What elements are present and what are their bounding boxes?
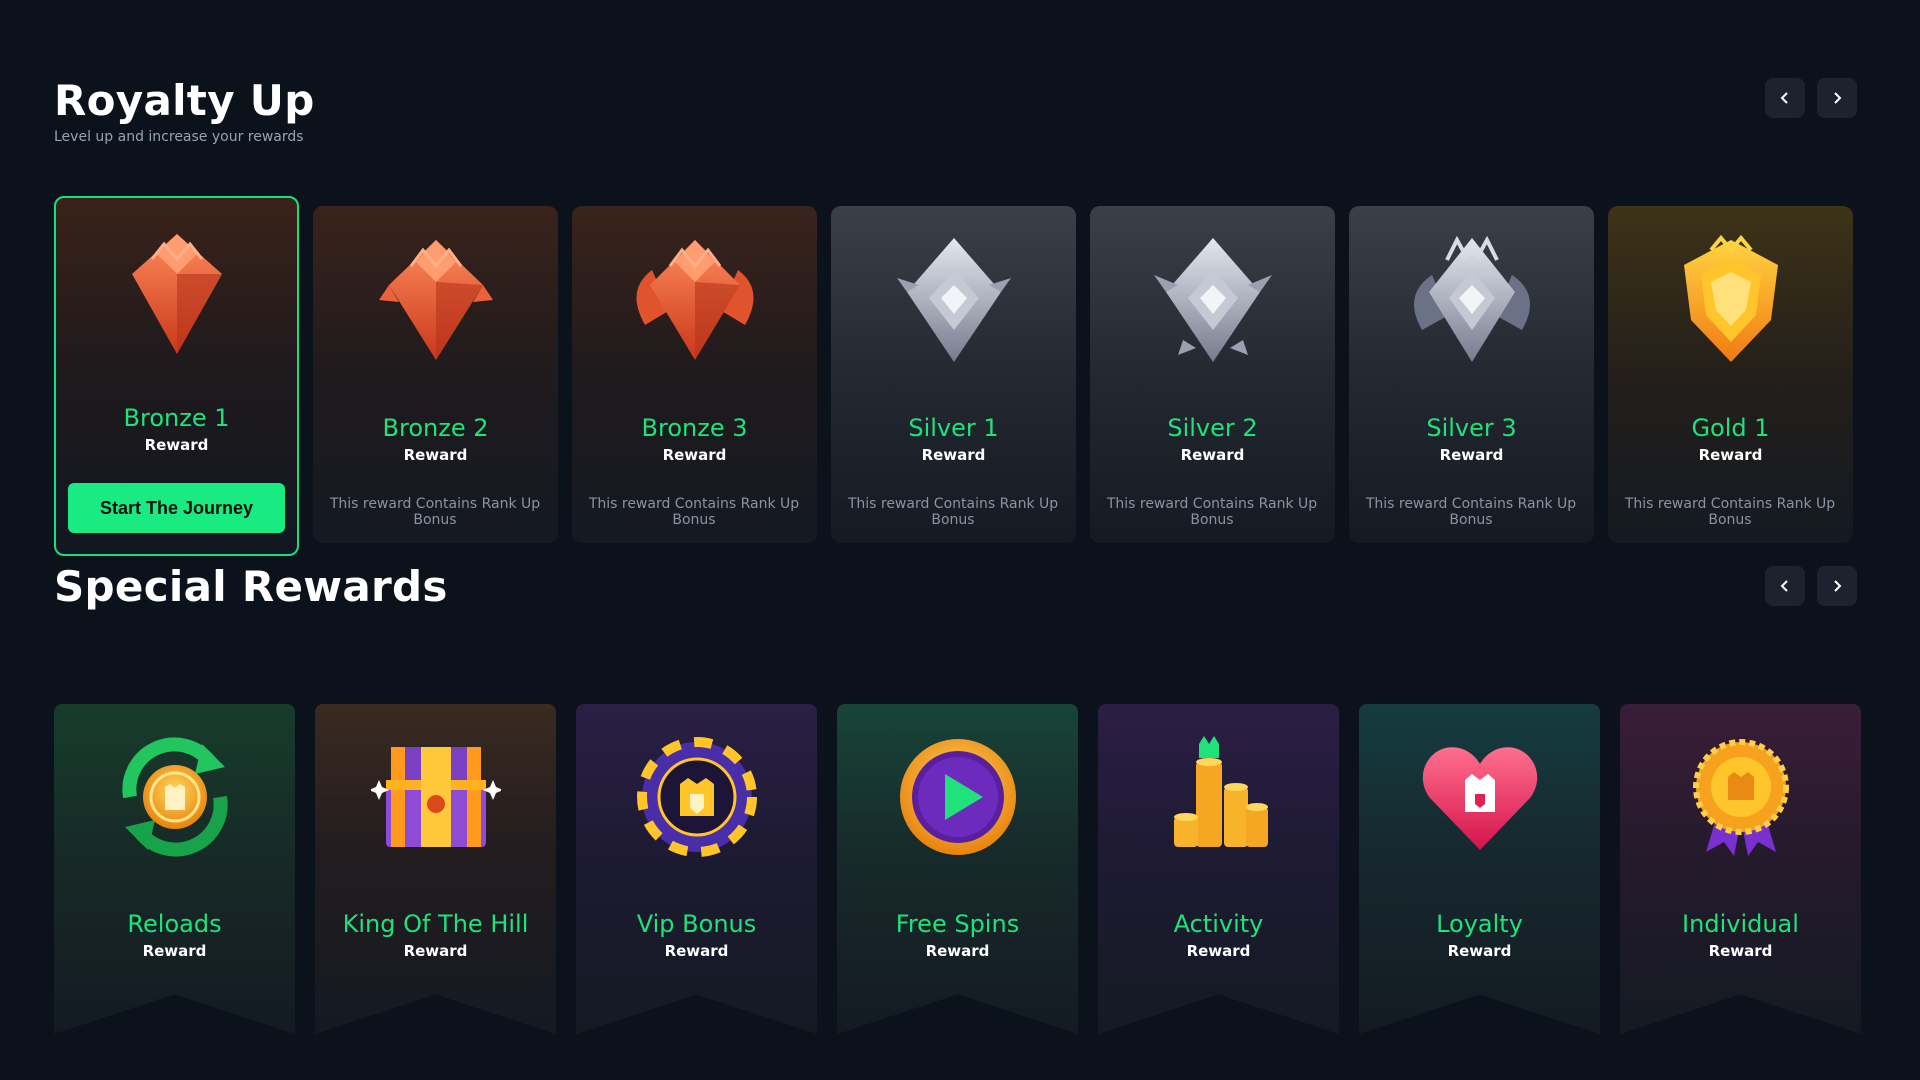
rank-name: Silver 3 (1426, 414, 1517, 442)
special-rewards-section: Special Rewards Reloads Reward King Of T… (54, 562, 1861, 1034)
rank-description: This reward Contains Rank Up Bonus (1365, 496, 1577, 528)
special-reward-name: Reloads (127, 910, 222, 938)
rank-card-bronze-3[interactable]: Bronze 3 Reward This reward Contains Ran… (572, 206, 817, 543)
gold-rank-1-icon (1683, 234, 1778, 362)
special-reward-label: Reward (925, 942, 990, 960)
chevron-right-icon (1834, 92, 1842, 104)
treasure-chest-icon (370, 747, 501, 847)
special-rewards-title: Special Rewards (54, 562, 448, 611)
special-reward-name: King Of The Hill (342, 910, 529, 938)
bronze-rank-1-icon (131, 234, 222, 354)
rank-name: Silver 1 (908, 414, 999, 442)
special-card-individual[interactable]: Individual Reward (1620, 704, 1861, 1034)
medal-ribbon-icon (1692, 739, 1789, 856)
rank-card-gold-1[interactable]: Gold 1 Reward This reward Contains Rank … (1608, 206, 1853, 543)
special-reward-label: Reward (664, 942, 729, 960)
special-card-reloads[interactable]: Reloads Reward (54, 704, 295, 1034)
rank-description: This reward Contains Rank Up Bonus (1624, 496, 1836, 528)
special-reward-label: Reward (403, 942, 468, 960)
special-reward-name: Free Spins (895, 910, 1020, 938)
rank-name: Bronze 1 (123, 404, 230, 432)
special-card-king-of-the-hill[interactable]: King Of The Hill Reward (315, 704, 556, 1034)
vip-chip-icon (636, 737, 757, 857)
special-prev-button[interactable] (1765, 566, 1805, 606)
rank-name: Silver 2 (1167, 414, 1258, 442)
rank-reward-label: Reward (921, 446, 986, 464)
special-card-vip-bonus[interactable]: Vip Bonus Reward (576, 704, 817, 1034)
rank-reward-label: Reward (1180, 446, 1245, 464)
royalty-up-subtitle: Level up and increase your rewards (54, 129, 304, 145)
silver-rank-3-icon (1413, 235, 1530, 362)
special-card-loyalty[interactable]: Loyalty Reward (1359, 704, 1600, 1034)
rank-description: This reward Contains Rank Up Bonus (588, 496, 800, 528)
heart-castle-icon (1422, 747, 1537, 850)
start-journey-button[interactable]: Start The Journey (68, 483, 285, 533)
chevron-left-icon (1780, 580, 1788, 592)
special-reward-label: Reward (142, 942, 207, 960)
royalty-up-section: Royalty Up Level up and increase your re… (54, 76, 1857, 556)
rank-description: This reward Contains Rank Up Bonus (1106, 496, 1318, 528)
rank-name: Bronze 2 (382, 414, 489, 442)
chevron-left-icon (1780, 92, 1788, 104)
silver-rank-1-icon (896, 238, 1011, 362)
rank-reward-label: Reward (144, 436, 209, 454)
rank-card-silver-3[interactable]: Silver 3 Reward This reward Contains Ran… (1349, 206, 1594, 543)
chevron-right-icon (1834, 580, 1842, 592)
bronze-rank-3-icon (635, 240, 754, 360)
special-reward-label: Reward (1447, 942, 1512, 960)
rank-description: This reward Contains Rank Up Bonus (847, 496, 1059, 528)
rank-reward-label: Reward (662, 446, 727, 464)
rank-card-silver-1[interactable]: Silver 1 Reward This reward Contains Ran… (831, 206, 1076, 543)
special-nav (1765, 566, 1857, 606)
royalty-next-button[interactable] (1817, 78, 1857, 118)
special-reward-name: Individual (1682, 910, 1799, 938)
special-reward-label: Reward (1708, 942, 1773, 960)
bronze-rank-2-icon (378, 240, 493, 360)
special-reward-name: Loyalty (1436, 910, 1523, 938)
special-card-activity[interactable]: Activity Reward (1098, 704, 1339, 1034)
special-reward-name: Vip Bonus (636, 910, 757, 938)
rank-card-bronze-1[interactable]: Bronze 1 Reward Start The Journey (54, 196, 299, 556)
special-reward-label: Reward (1186, 942, 1251, 960)
royalty-nav (1765, 78, 1857, 118)
reload-coin-icon (121, 737, 228, 857)
coin-stacks-icon (1173, 736, 1268, 847)
special-reward-list: Reloads Reward King Of The Hill Reward V… (54, 704, 1861, 1034)
rank-card-silver-2[interactable]: Silver 2 Reward This reward Contains Ran… (1090, 206, 1335, 543)
rank-reward-label: Reward (1698, 446, 1763, 464)
special-card-free-spins[interactable]: Free Spins Reward (837, 704, 1078, 1034)
rank-card-bronze-2[interactable]: Bronze 2 Reward This reward Contains Ran… (313, 206, 558, 543)
special-reward-name: Activity (1173, 910, 1264, 938)
rank-reward-label: Reward (403, 446, 468, 464)
rank-card-list: Bronze 1 Reward Start The Journey Bronze… (54, 196, 1853, 556)
rank-description: This reward Contains Rank Up Bonus (329, 496, 541, 528)
rank-reward-label: Reward (1439, 446, 1504, 464)
rank-name: Bronze 3 (641, 414, 748, 442)
silver-rank-2-icon (1153, 238, 1272, 362)
special-next-button[interactable] (1817, 566, 1857, 606)
play-coin-icon (899, 739, 1016, 855)
royalty-prev-button[interactable] (1765, 78, 1805, 118)
royalty-up-title: Royalty Up (54, 76, 315, 125)
rank-name: Gold 1 (1691, 414, 1770, 442)
